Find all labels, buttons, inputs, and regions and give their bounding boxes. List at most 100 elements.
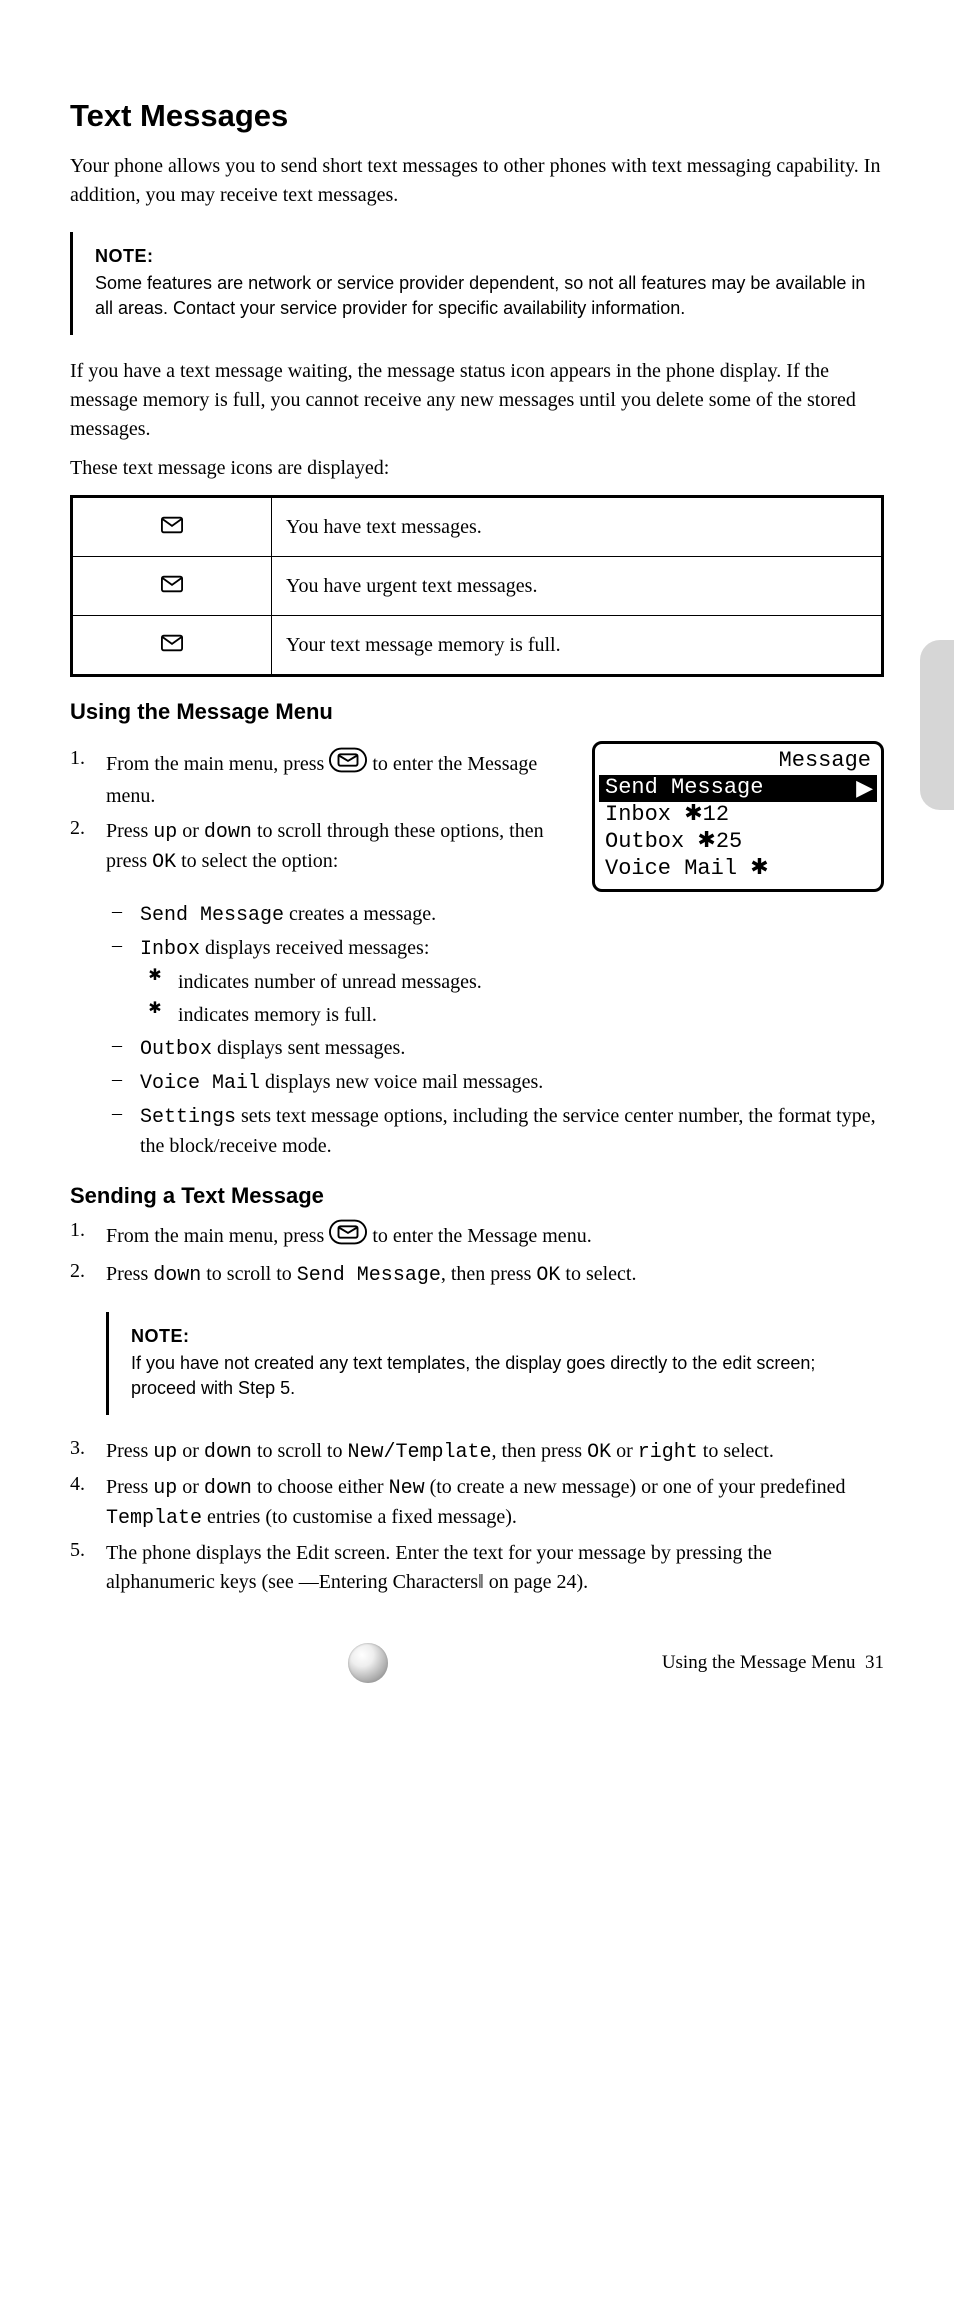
step-text: From the main menu, press to enter the M… (106, 1219, 884, 1254)
step-text: Press down to scroll to Send Message, th… (106, 1260, 884, 1290)
screen-row-hl-text: Send Message (605, 775, 763, 802)
step-2: 2. Press up or down to scroll through th… (70, 817, 570, 877)
step-text: From the main menu, press to enter the M… (106, 747, 570, 811)
ss3-down: down (204, 1441, 252, 1464)
asterisk-icon: ✱ (144, 968, 166, 997)
envelope-icon (161, 516, 183, 540)
asterisk-icon: ✱ (144, 1001, 166, 1030)
list-item: – Voice Mail displays new voice mail mes… (106, 1068, 884, 1098)
dash-bullet-icon: – (106, 1102, 128, 1161)
list-item: – Send Message creates a message. (106, 900, 884, 930)
note-box-2: NOTE: If you have not created any text t… (106, 1312, 884, 1415)
envelope-urgent-icon (161, 575, 183, 599)
ss3-right: right (638, 1441, 698, 1464)
ss4-mid3: entries (to customise a fixed message). (202, 1506, 517, 1528)
footer-caption: Using the Message Menu (662, 1652, 856, 1673)
heading-using-message-menu: Using the Message Menu (70, 699, 884, 725)
ss4-a: Press (106, 1476, 153, 1498)
step-number: 1. (70, 747, 92, 811)
list-item: – Inbox displays received messages: (106, 934, 884, 964)
step-number: 5. (70, 1539, 92, 1597)
ss3-up: up (153, 1441, 177, 1464)
ss2-end: to select. (560, 1263, 636, 1285)
li-inbox-sub1: indicates number of unread messages. (178, 968, 884, 997)
ss1-pre: From the main menu, press (106, 1225, 329, 1247)
message-key-icon (329, 1219, 367, 1254)
screen-row-selected: Send Message ▶ (599, 775, 877, 802)
send-step-3: 3. Press up or down to scroll to New/Tem… (70, 1437, 884, 1467)
ss3-ok: OK (587, 1441, 611, 1464)
send-step-2: 2. Press down to scroll to Send Message,… (70, 1260, 884, 1290)
ss3-then: , then press (492, 1440, 588, 1462)
sphere-decoration-icon (348, 1643, 388, 1683)
phone-screen-illustration: Message Send Message ▶ Inbox ✱12 Outbox … (592, 741, 884, 891)
ss4-mid: to choose either (252, 1476, 389, 1498)
side-tab-decoration (920, 640, 954, 810)
screen-row: Inbox ✱12 (599, 802, 877, 829)
table-row: You have urgent text messages. (72, 557, 883, 616)
intro-para-2: If you have a text message waiting, the … (70, 357, 884, 444)
ss3-new: New/Template (347, 1441, 491, 1464)
icon-desc-1: You have text messages. (272, 497, 883, 557)
icon-cell-envelope-urgent (72, 557, 272, 616)
ss3-mid: to scroll to (252, 1440, 348, 1462)
li-send: Send Message (140, 904, 284, 927)
note-text-1: Some features are network or service pro… (95, 271, 870, 321)
intro-para-3: These text message icons are displayed: (70, 454, 884, 483)
key-up: up (153, 821, 177, 844)
step1-pre: From the main menu, press (106, 753, 329, 775)
ss2-ok: OK (536, 1264, 560, 1287)
ss3-tail: to select. (698, 1440, 774, 1462)
ss4-or: or (177, 1476, 204, 1498)
step-text: The phone displays the Edit screen. Ente… (106, 1539, 884, 1597)
step-number: 2. (70, 1260, 92, 1290)
ss5-link: ―Entering Characters‖ (299, 1571, 484, 1593)
ss2-mid: to scroll to (201, 1263, 297, 1285)
ss4-up: up (153, 1477, 177, 1500)
ss2-down: down (153, 1264, 201, 1287)
step-text: Press up or down to scroll through these… (106, 817, 570, 877)
svg-text:✱: ✱ (148, 968, 161, 982)
ss2-target: Send Message (297, 1264, 441, 1287)
dash-bullet-icon: – (106, 900, 128, 930)
li-settings-desc: sets text message options, including the… (140, 1105, 876, 1157)
screen-row: Outbox ✱25 (599, 829, 877, 856)
ss3-end: or (611, 1440, 638, 1462)
icon-desc-2: You have urgent text messages. (272, 557, 883, 616)
list-item-sub: ✱ indicates number of unread messages. (144, 968, 884, 997)
key-down: down (204, 821, 252, 844)
screen-row: Voice Mail ✱ (599, 856, 877, 883)
icon-cell-envelope-full (72, 616, 272, 676)
step-number: 4. (70, 1473, 92, 1533)
ss3-a: Press (106, 1440, 153, 1462)
s2-or: or (177, 820, 204, 842)
table-row: Your text message memory is full. (72, 616, 883, 676)
li-settings: Settings (140, 1106, 236, 1129)
note-box-1: NOTE: Some features are network or servi… (70, 232, 884, 335)
li-inbox-desc: displays received messages: (205, 937, 429, 959)
li-vm: Voice Mail (140, 1072, 260, 1095)
dash-bullet-icon: – (106, 1034, 128, 1064)
step-number: 3. (70, 1437, 92, 1467)
message-key-icon (329, 747, 367, 782)
page-footer: . Using the Message Menu 31 (70, 1643, 884, 1683)
footer-page-number: 31 (865, 1652, 884, 1673)
ss5-pg: on page 24). (484, 1571, 588, 1593)
icon-meaning-table: You have text messages. You have urgent … (70, 495, 884, 677)
list-item: – Settings sets text message options, in… (106, 1102, 884, 1161)
svg-text:✱: ✱ (148, 1001, 161, 1015)
intro-para-2-text: If you have a text message waiting, the … (70, 360, 856, 440)
ss4-new: New (389, 1477, 425, 1500)
step-number: 2. (70, 817, 92, 877)
icon-desc-3: Your text message memory is full. (272, 616, 883, 676)
li-inbox-sub2: indicates memory is full. (178, 1001, 884, 1030)
step-number: 1. (70, 1219, 92, 1254)
table-row: You have text messages. (72, 497, 883, 557)
send-step-1: 1. From the main menu, press to enter th… (70, 1219, 884, 1254)
dash-bullet-icon: – (106, 934, 128, 964)
send-step-5: 5. The phone displays the Edit screen. E… (70, 1539, 884, 1597)
list-item-sub: ✱ indicates memory is full. (144, 1001, 884, 1030)
li-outbox: Outbox (140, 1038, 212, 1061)
li-inbox: Inbox (140, 938, 200, 961)
envelope-full-icon (161, 634, 183, 658)
